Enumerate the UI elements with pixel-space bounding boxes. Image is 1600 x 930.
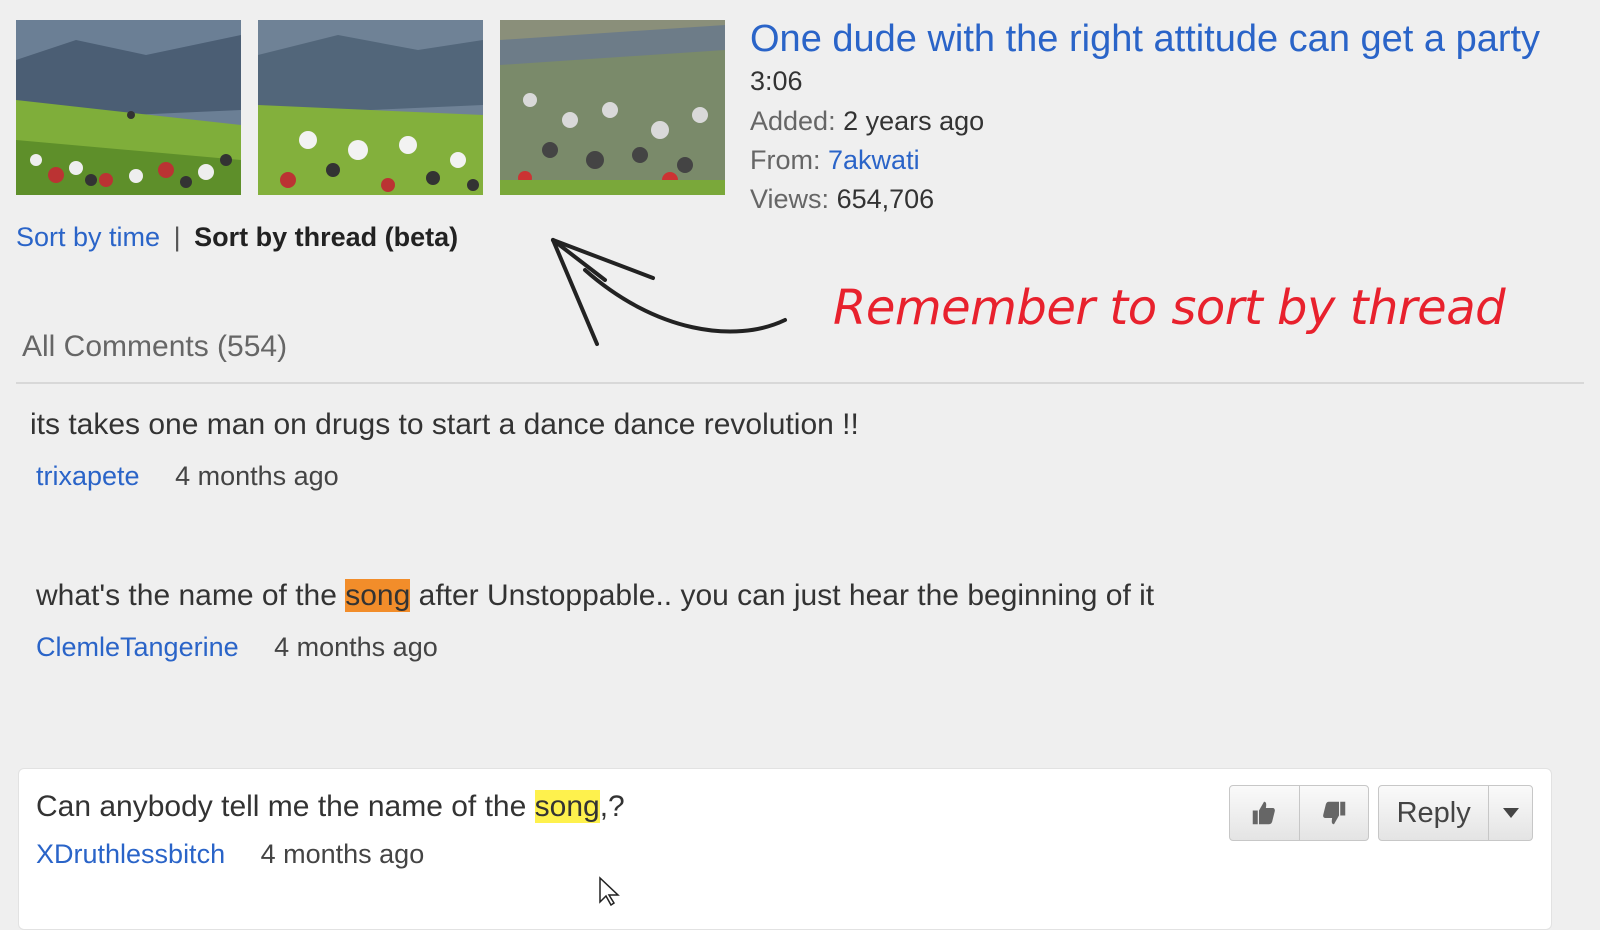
hand-drawn-arrow-icon xyxy=(551,238,787,346)
comment-text-part: Can anybody tell me the name of the xyxy=(36,790,535,823)
comment-text-part: ,? xyxy=(599,790,625,823)
reply-button-group: Reply xyxy=(1378,785,1533,841)
sort-by-thread-selected: Sort by thread (beta) xyxy=(194,222,459,252)
comment-text: what's the name of the song after Unstop… xyxy=(36,573,1176,618)
from-label: From: xyxy=(750,145,821,175)
annotation-note: Remember to sort by thread xyxy=(833,280,1506,336)
comment-meta: ClemleTangerine 4 months ago xyxy=(30,632,1176,663)
sort-by-time-link[interactable]: Sort by time xyxy=(16,222,160,252)
mouse-cursor-icon xyxy=(599,876,620,906)
video-title-link[interactable]: One dude with the right attitude can get… xyxy=(750,18,1540,61)
thumbs-up-icon xyxy=(1253,801,1276,825)
comment-text-part: after Unstoppable.. you can just hear th… xyxy=(410,579,1155,612)
thumbs-up-button[interactable] xyxy=(1230,786,1299,840)
sort-options: Sort by time | Sort by thread (beta) xyxy=(16,222,458,253)
views-label: Views: xyxy=(750,184,830,214)
comment-author-link[interactable]: XDruthlessbitch xyxy=(36,839,225,869)
search-highlight: song xyxy=(345,579,411,612)
views-count: 654,706 xyxy=(836,184,935,214)
comment-text: Can anybody tell me the name of the song… xyxy=(36,784,625,829)
comment-author-link[interactable]: trixapete xyxy=(36,461,140,491)
comment-timestamp: 4 months ago xyxy=(260,839,425,869)
comment-author-link[interactable]: ClemleTangerine xyxy=(36,632,239,662)
added-label: Added: xyxy=(750,106,836,136)
comment: Can anybody tell me the name of the song… xyxy=(36,784,625,870)
divider xyxy=(16,382,1584,384)
video-duration: 3:06 xyxy=(750,66,803,96)
comment-text-part: what's the name of the xyxy=(36,579,346,612)
comment-meta: XDruthlessbitch 4 months ago xyxy=(30,839,625,870)
crowd-thumbnail-image xyxy=(16,20,241,195)
video-thumbnail-3[interactable] xyxy=(500,20,725,195)
comment-timestamp: 4 months ago xyxy=(274,632,438,662)
comment: its takes one man on drugs to start a da… xyxy=(30,402,859,492)
all-comments-heading: All Comments (554) xyxy=(22,330,288,363)
video-thumbnail-2[interactable] xyxy=(258,20,483,195)
search-highlight: song xyxy=(534,790,600,823)
crowd-thumbnail-image xyxy=(258,20,483,195)
comment-text: its takes one man on drugs to start a da… xyxy=(30,408,859,441)
video-added: Added: 2 years ago xyxy=(750,106,984,137)
channel-link[interactable]: 7akwati xyxy=(828,145,920,175)
thumbs-down-icon xyxy=(1322,801,1345,825)
vote-buttons xyxy=(1229,785,1369,841)
video-from: From: 7akwati xyxy=(750,145,920,176)
comment: what's the name of the song after Unstop… xyxy=(36,573,1176,663)
crowd-thumbnail-image xyxy=(500,20,725,195)
added-value: 2 years ago xyxy=(843,106,985,136)
comment-timestamp: 4 months ago xyxy=(175,461,339,491)
reply-dropdown-button[interactable] xyxy=(1488,786,1532,840)
sort-separator: | xyxy=(173,222,181,252)
thumbs-down-button[interactable] xyxy=(1298,786,1369,840)
caret-down-icon xyxy=(1502,808,1519,818)
video-thumbnail-1[interactable] xyxy=(16,20,241,195)
comment-meta: trixapete 4 months ago xyxy=(30,461,859,492)
reply-button[interactable]: Reply xyxy=(1379,786,1488,840)
video-views: Views: 654,706 xyxy=(750,184,934,215)
